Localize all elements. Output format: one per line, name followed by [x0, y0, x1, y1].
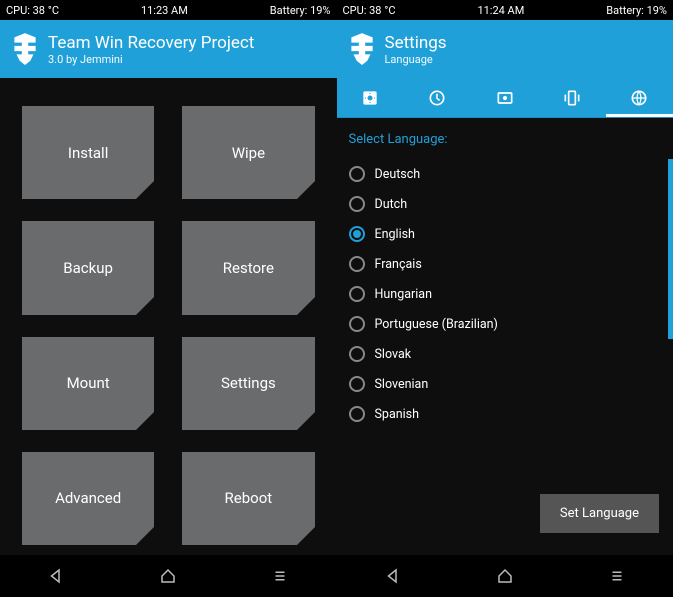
- nav-bar: [337, 555, 673, 597]
- language-option[interactable]: Slovenian: [349, 369, 673, 399]
- header: Team Win Recovery Project 3.0 by Jemmini: [0, 20, 337, 78]
- language-label: Spanish: [375, 407, 420, 422]
- back-icon[interactable]: [384, 567, 402, 585]
- language-section: Select Language: Deutsch Dutch English Fran…: [337, 118, 673, 555]
- advanced-button[interactable]: Advanced: [22, 452, 154, 545]
- language-label: Slovenian: [375, 377, 429, 392]
- tab-vibration[interactable]: [538, 78, 605, 117]
- twrp-logo-icon: [12, 32, 38, 66]
- language-list-overflow[interactable]: Slovak Slovenian Spanish: [349, 339, 673, 429]
- radio-icon: [349, 286, 365, 302]
- radio-icon: [349, 196, 365, 212]
- back-icon[interactable]: [47, 567, 65, 585]
- page-subtitle: Language: [385, 53, 447, 66]
- language-label: Hungarian: [375, 287, 433, 302]
- language-label: Slovak: [375, 347, 412, 362]
- radio-icon: [349, 406, 365, 422]
- wipe-button[interactable]: Wipe: [182, 106, 314, 199]
- restore-button[interactable]: Restore: [182, 221, 314, 314]
- tab-indicator: [606, 114, 673, 117]
- settings-language-screen: CPU: 38 °C 11:24 AM Battery: 19% Setting…: [337, 0, 673, 597]
- language-label: Deutsch: [375, 167, 421, 182]
- radio-icon: [349, 376, 365, 392]
- settings-button[interactable]: Settings: [182, 337, 314, 430]
- page-title: Settings: [385, 33, 447, 53]
- language-label: Portuguese (Brazilian): [375, 317, 498, 332]
- language-option[interactable]: Français: [349, 249, 669, 279]
- set-language-button[interactable]: Set Language: [540, 494, 659, 533]
- cpu-temp: CPU: 38 °C: [6, 4, 59, 17]
- page-subtitle: 3.0 by Jemmini: [48, 53, 254, 66]
- radio-icon: [349, 166, 365, 182]
- tab-screen[interactable]: [471, 78, 538, 117]
- section-title: Select Language:: [349, 132, 673, 147]
- language-option[interactable]: Portuguese (Brazilian): [349, 309, 669, 339]
- main-grid: Install Wipe Backup Restore Mount Settin…: [0, 78, 337, 555]
- nav-bar: [0, 555, 337, 597]
- language-list[interactable]: Deutsch Dutch English Français Hungarian Port…: [349, 159, 673, 339]
- clock: 11:24 AM: [477, 4, 524, 17]
- home-icon[interactable]: [159, 567, 177, 585]
- menu-icon[interactable]: [271, 567, 289, 585]
- radio-icon: [349, 346, 365, 362]
- cpu-temp: CPU: 38 °C: [343, 4, 396, 17]
- battery-level: Battery: 19%: [270, 4, 331, 17]
- language-label: English: [375, 227, 415, 242]
- tab-timezone[interactable]: [404, 78, 471, 117]
- language-label: Dutch: [375, 197, 408, 212]
- menu-icon[interactable]: [608, 567, 626, 585]
- home-icon[interactable]: [496, 567, 514, 585]
- reboot-button[interactable]: Reboot: [182, 452, 314, 545]
- radio-icon: [349, 226, 365, 242]
- clock: 11:23 AM: [141, 4, 188, 17]
- backup-button[interactable]: Backup: [22, 221, 154, 314]
- radio-icon: [349, 316, 365, 332]
- language-label: Français: [375, 257, 422, 272]
- settings-tabs: [337, 78, 673, 118]
- tab-language[interactable]: [606, 78, 673, 117]
- twrp-logo-icon: [349, 32, 375, 66]
- language-option[interactable]: Slovak: [349, 339, 673, 369]
- main-menu-screen: CPU: 38 °C 11:23 AM Battery: 19% Team Wi…: [0, 0, 337, 597]
- header: Settings Language: [337, 20, 673, 78]
- battery-level: Battery: 19%: [606, 4, 667, 17]
- page-title: Team Win Recovery Project: [48, 33, 254, 53]
- radio-icon: [349, 256, 365, 272]
- language-option[interactable]: English: [349, 219, 669, 249]
- mount-button[interactable]: Mount: [22, 337, 154, 430]
- language-option[interactable]: Hungarian: [349, 279, 669, 309]
- language-option[interactable]: Spanish: [349, 399, 673, 429]
- language-option[interactable]: Deutsch: [349, 159, 669, 189]
- tab-general[interactable]: [337, 78, 404, 117]
- status-bar: CPU: 38 °C 11:24 AM Battery: 19%: [337, 0, 673, 20]
- install-button[interactable]: Install: [22, 106, 154, 199]
- language-option[interactable]: Dutch: [349, 189, 669, 219]
- status-bar: CPU: 38 °C 11:23 AM Battery: 19%: [0, 0, 337, 20]
